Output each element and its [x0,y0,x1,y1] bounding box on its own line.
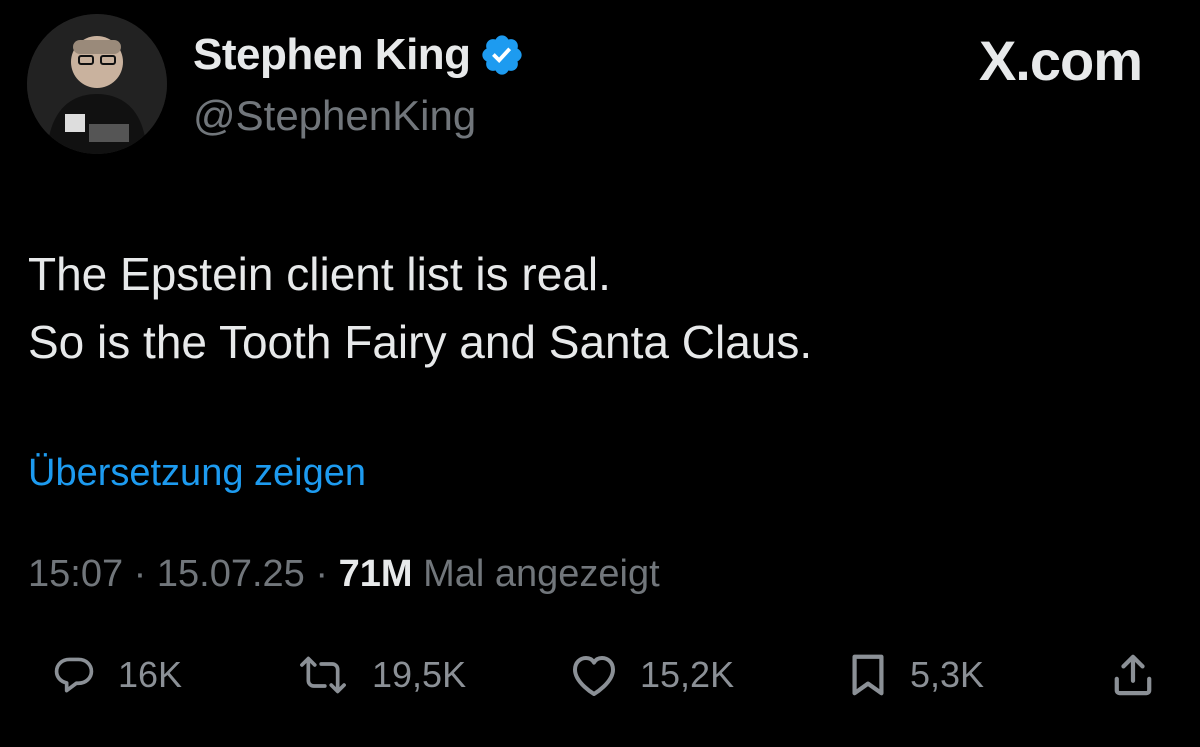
like-count: 15,2K [640,654,735,695]
meta-separator: · [315,553,329,595]
tweet-line: So is the Tooth Fairy and Santa Claus. [28,316,813,368]
views-count: 71M [338,553,413,595]
avatar[interactable] [27,14,167,154]
reply-button[interactable]: 16K [52,645,182,705]
tweet-time[interactable]: 15:07 [28,553,123,595]
tweet-text: The Epstein client list is real. So is t… [28,240,812,376]
views-label: Mal angezeigt [423,553,660,595]
reply-count: 16K [118,654,183,695]
bookmark-count: 5,3K [910,654,985,695]
like-button[interactable]: 15,2K [570,645,734,705]
verified-badge-icon [479,32,525,78]
share-icon [1114,654,1152,696]
bookmark-button[interactable]: 5,3K [848,645,984,705]
heart-icon [573,656,615,696]
author-handle[interactable]: @StephenKing [193,92,476,140]
tweet-line: The Epstein client list is real. [28,248,611,300]
repost-count: 19,5K [372,654,467,695]
brand-label: X.com [978,29,1143,92]
repost-icon [300,656,346,694]
bookmark-icon [852,654,884,696]
tweet-meta: 15:07 · 15.07.25 · 71M Mal angezeigt [28,553,660,596]
avatar-icon [27,14,167,154]
reply-icon [54,657,94,693]
author-name[interactable]: Stephen King [193,30,471,80]
action-bar: 16K 19,5K 15,2K 5,3K [0,645,1200,705]
repost-button[interactable]: 19,5K [296,645,466,705]
meta-separator: · [133,553,147,595]
share-button[interactable] [1112,645,1154,705]
show-translation-link[interactable]: Übersetzung zeigen [28,452,366,495]
tweet-date[interactable]: 15.07.25 [157,553,305,595]
author-name-row: Stephen King [193,30,525,80]
